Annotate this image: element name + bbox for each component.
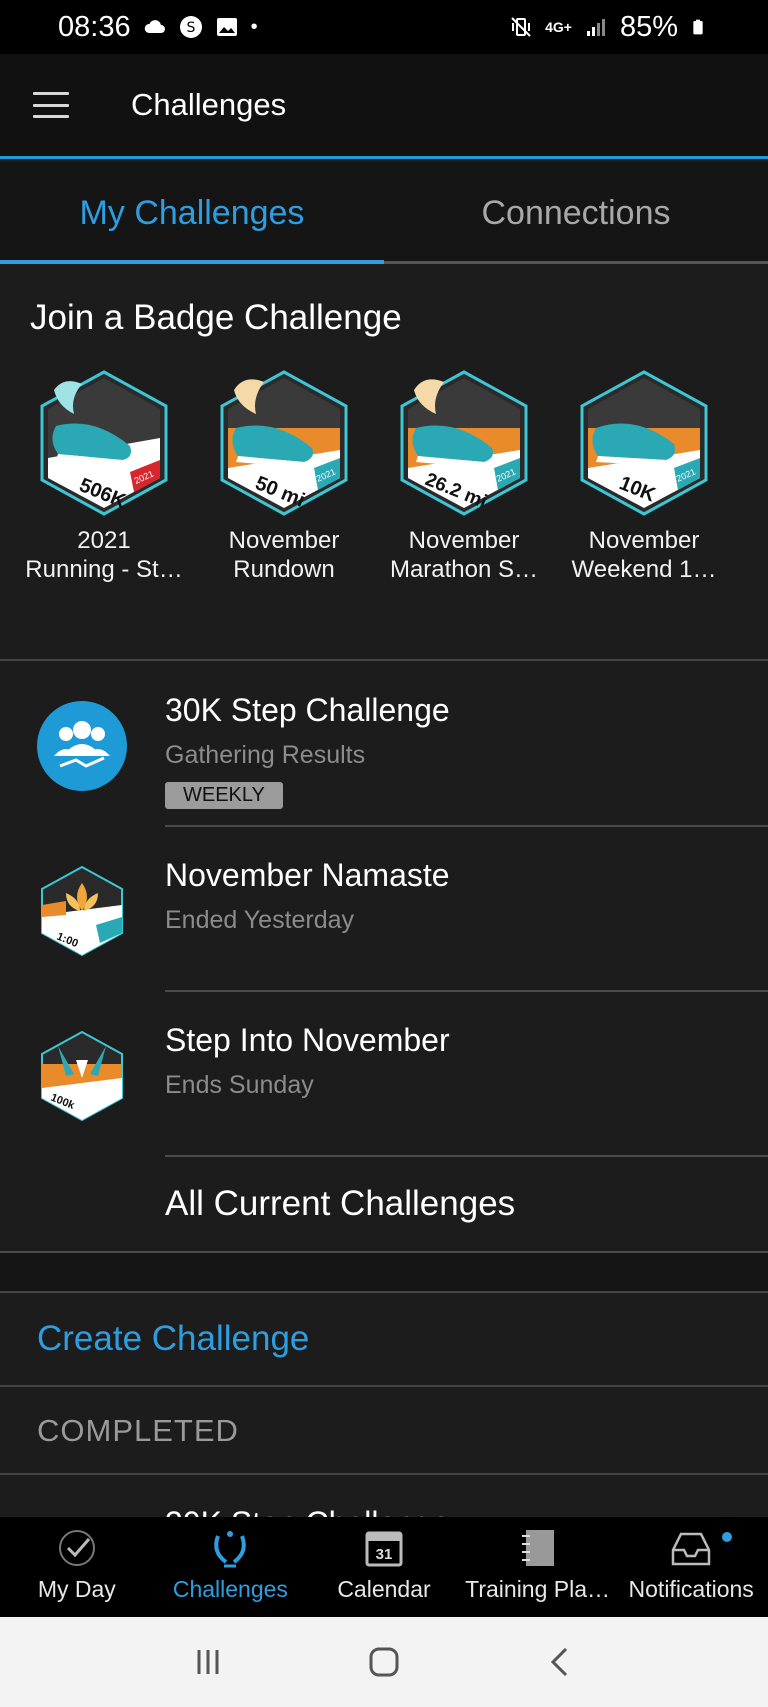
shazam-icon: S — [179, 16, 202, 38]
notification-dot — [721, 1532, 732, 1542]
inbox-icon — [671, 1532, 711, 1566]
tab-bar: My Challenges Connections — [0, 162, 768, 264]
badge-marathon-icon: 26.2 mi 2021 — [400, 370, 528, 516]
check-icon — [58, 1530, 95, 1566]
nav-my-day[interactable]: My Day — [0, 1517, 154, 1617]
section-gap — [0, 1253, 768, 1293]
lotus-badge-icon: 1:00 — [41, 865, 123, 957]
status-bar: 08:36 S • 4G+ 85% — [0, 0, 768, 54]
back-icon[interactable] — [542, 1644, 578, 1680]
tab-connections[interactable]: Connections — [384, 162, 768, 264]
challenge-status: Gathering Results — [165, 741, 366, 769]
badge-506k-icon: 506K 2021 — [40, 370, 168, 516]
notebook-icon — [521, 1530, 554, 1566]
recent-apps-icon[interactable] — [190, 1644, 226, 1680]
weekly-tag: WEEKLY — [165, 782, 283, 809]
steps-badge-icon: 100k — [41, 1030, 123, 1122]
badge-card[interactable]: 26.2 mi 2021 November Marathon S… — [374, 368, 554, 584]
laurel-icon — [214, 1531, 247, 1568]
badge-label: November Rundown — [228, 527, 340, 583]
page-title: Challenges — [131, 87, 287, 122]
badge-label: November Marathon S… — [389, 527, 539, 583]
group-icon — [37, 701, 127, 791]
nav-calendar[interactable]: 31 Calendar — [307, 1517, 461, 1617]
cloud-icon — [144, 20, 165, 33]
svg-text:31: 31 — [376, 1546, 393, 1563]
tab-my-challenges[interactable]: My Challenges — [0, 162, 384, 264]
menu-icon[interactable] — [33, 92, 69, 118]
badge-label: November Weekend 1… — [571, 527, 717, 583]
completed-list-item[interactable]: 30K Step Challenge — [0, 1477, 768, 1517]
challenge-title: Step Into November — [165, 1022, 450, 1058]
create-challenge-button[interactable]: Create Challenge — [0, 1293, 768, 1387]
nav-challenges[interactable]: Challenges — [154, 1517, 308, 1617]
badge-card[interactable]: 50 mi 2021 November Rundown — [194, 368, 374, 584]
badge-section-heading: Join a Badge Challenge — [30, 298, 402, 337]
badge-card[interactable]: 506K 2021 2021 Running - St… — [14, 368, 194, 584]
mute-vibrate-icon — [511, 17, 531, 37]
badge-50mi-icon: 50 mi 2021 — [220, 370, 348, 516]
completed-section-header: COMPLETED — [0, 1389, 768, 1475]
status-time: 08:36 — [58, 10, 131, 43]
battery-percent: 85% — [619, 10, 678, 43]
challenge-status: Ended Yesterday — [165, 906, 355, 934]
badge-label: 2021 Running - St… — [25, 527, 183, 583]
nav-notifications[interactable]: Notifications — [614, 1517, 768, 1617]
badge-10k-icon: 10K 2021 — [580, 370, 708, 516]
challenge-title: November Namaste — [165, 857, 450, 893]
challenge-status: Ends Sunday — [165, 1071, 314, 1099]
calendar-icon: 31 — [365, 1531, 403, 1567]
badge-card[interactable]: 10K 2021 November Weekend 1… — [554, 368, 734, 584]
system-navigation — [0, 1617, 768, 1707]
challenge-title: 30K Step Challenge — [165, 1505, 450, 1517]
signal-icon — [586, 19, 605, 36]
list-item[interactable]: 30K Step Challenge Gathering Results WEE… — [0, 662, 768, 827]
battery-icon — [693, 19, 703, 35]
home-icon[interactable] — [366, 1644, 402, 1680]
svg-text:S: S — [186, 20, 195, 36]
challenge-list: 30K Step Challenge Gathering Results WEE… — [0, 662, 768, 1253]
app-bar: Challenges — [0, 54, 768, 159]
all-current-challenges-link[interactable]: All Current Challenges — [0, 1157, 768, 1253]
network-type: 4G+ — [545, 19, 572, 35]
list-item[interactable]: 100k Step Into November Ends Sunday — [0, 992, 768, 1157]
challenge-title: 30K Step Challenge — [165, 692, 450, 728]
bottom-navigation: My Day Challenges 31 Calendar Training P… — [0, 1517, 768, 1617]
nav-training-plans[interactable]: Training Pla… — [461, 1517, 615, 1617]
badge-carousel[interactable]: 506K 2021 2021 Running - St… 50 mi 2021 — [14, 368, 734, 584]
status-dot: • — [250, 15, 258, 38]
gallery-icon — [216, 18, 237, 36]
list-item[interactable]: 1:00 November Namaste Ended Yesterday — [0, 827, 768, 992]
badge-challenge-section: Join a Badge Challenge 506K 2021 2021 Ru… — [0, 264, 768, 661]
